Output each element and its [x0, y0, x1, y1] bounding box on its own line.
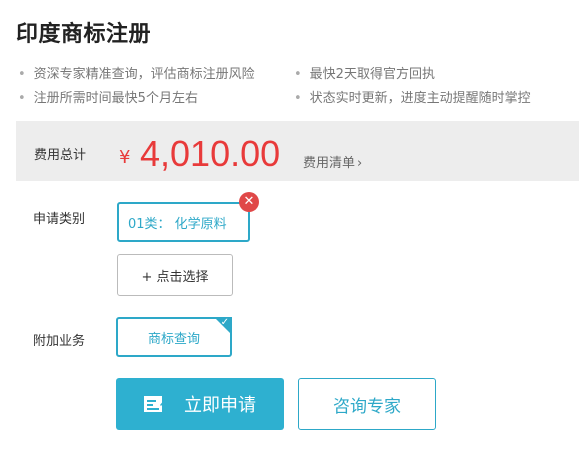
form-edit-icon	[144, 396, 166, 412]
selected-category-text: 01类： 化学原料	[128, 216, 227, 232]
fee-list-link[interactable]: 费用清单 ›	[303, 152, 362, 171]
fee-total-amount: 4,010.00	[140, 133, 281, 174]
bullet-icon: •	[294, 67, 302, 82]
feature-item: • 资深专家精准查询，评估商标注册风险	[18, 63, 255, 82]
addon-label: 附加业务	[33, 334, 86, 349]
bullet-icon: •	[294, 91, 302, 106]
fee-currency: ¥	[119, 147, 131, 168]
select-category-button[interactable]: + 点击选择	[117, 254, 233, 296]
bullet-icon: •	[18, 67, 26, 82]
consult-expert-button[interactable]: 咨询专家	[298, 378, 436, 430]
remove-category-close-icon[interactable]: ✕	[239, 192, 259, 212]
selected-category-tag[interactable]: 01类： 化学原料	[117, 202, 250, 242]
fee-total-label: 费用总计	[34, 148, 87, 163]
feature-text: 最快2天取得官方回执	[309, 67, 435, 82]
chevron-right-icon: ›	[357, 156, 363, 171]
feature-item: • 最快2天取得官方回执	[294, 63, 435, 82]
fee-list-label: 费用清单	[303, 156, 356, 171]
apply-now-label: 立即申请	[184, 395, 256, 416]
fee-summary-bar: 费用总计 ¥ 4,010.00 费用清单 ›	[16, 121, 579, 181]
addon-option-text: 商标查询	[147, 331, 200, 347]
page-title: 印度商标注册	[16, 22, 152, 47]
feature-item: • 状态实时更新，进度主动提醒随时掌控	[294, 87, 531, 106]
feature-text: 资深专家精准查询，评估商标注册风险	[33, 67, 255, 82]
apply-now-button[interactable]: 立即申请	[116, 378, 284, 430]
check-icon: ✓	[220, 317, 229, 328]
addon-trademark-search-option[interactable]: 商标查询 ✓	[116, 317, 232, 357]
bullet-icon: •	[18, 91, 26, 106]
feature-text: 状态实时更新，进度主动提醒随时掌控	[309, 91, 531, 106]
category-label: 申请类别	[33, 212, 86, 227]
feature-item: • 注册所需时间最快5个月左右	[18, 87, 198, 106]
feature-text: 注册所需时间最快5个月左右	[33, 91, 198, 106]
